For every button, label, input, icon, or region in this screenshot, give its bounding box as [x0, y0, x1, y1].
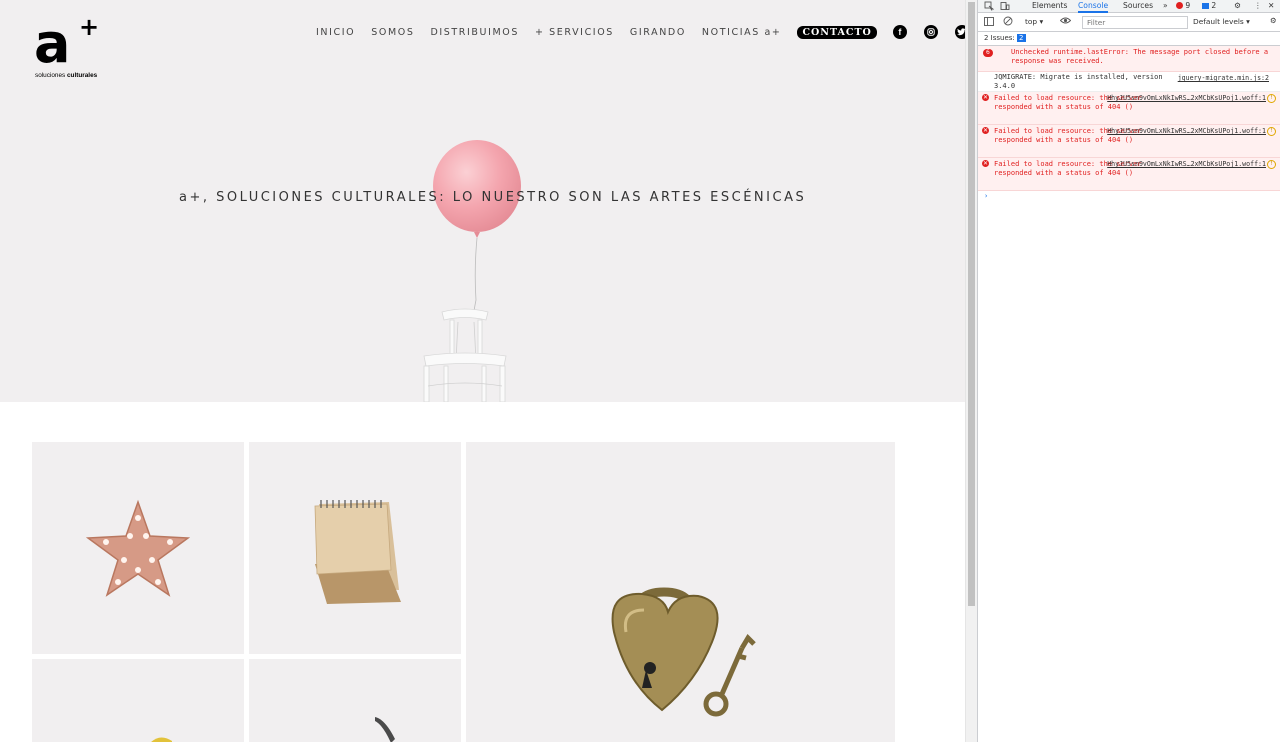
error-count-icon: [1176, 2, 1183, 9]
logo-subtitle-regular: soluciones: [35, 72, 67, 79]
nav-distribuimos[interactable]: DISTRIBUIMOS: [430, 27, 519, 38]
calendar-icon: [314, 500, 401, 604]
tab-console[interactable]: Console: [1078, 1, 1109, 13]
tile-lock-image[interactable]: [466, 442, 895, 742]
console-message-error: ✕ Failed to load resource: the server re…: [978, 125, 1280, 158]
issues-bar: 2 Issues: 2: [978, 32, 1280, 46]
message-count[interactable]: 2: [1202, 1, 1216, 10]
scrollbar-thumb[interactable]: [968, 2, 975, 606]
error-icon: ✕: [982, 160, 989, 167]
message-source-link[interactable]: HhyJU5sn9vOmLxNkIwRS…2xMCbKsUPoj1.woff:1: [1107, 127, 1266, 136]
nav-contacto-button[interactable]: CONTACTO: [797, 25, 877, 39]
page-scrollbar[interactable]: [965, 0, 977, 742]
message-text: JQMIGRATE: Migrate is installed, version…: [994, 73, 1163, 91]
devtools-tabbar: Elements Console Sources » 9 2 ⚙ ⋮ ✕: [978, 0, 1280, 13]
tile-5-partial-image: [375, 717, 395, 742]
error-count-value: 9: [1185, 1, 1191, 10]
extension-icon[interactable]: !: [1267, 94, 1276, 103]
issues-link[interactable]: 2 Issues: 2: [984, 34, 1026, 42]
site-logo[interactable]: a + soluciones culturales: [34, 14, 114, 82]
lock-key-icon: [611, 587, 756, 717]
logo-subtitle: soluciones culturales: [35, 72, 97, 79]
message-count-value: 2: [1211, 1, 1217, 10]
message-source-link[interactable]: jquery-migrate.min.js:2: [1178, 74, 1269, 83]
issues-count: 2: [1017, 34, 1026, 42]
devtools-panel: Elements Console Sources » 9 2 ⚙ ⋮ ✕ top…: [977, 0, 1280, 742]
extension-icon[interactable]: !: [1267, 160, 1276, 169]
logo-subtitle-bold: culturales: [66, 72, 98, 79]
sidebar-toggle-icon[interactable]: [984, 17, 994, 28]
logo-plus: +: [79, 13, 100, 41]
tile-calendar-image[interactable]: [249, 442, 461, 654]
error-repeat-badge: 6: [983, 49, 993, 57]
nav-inicio[interactable]: INICIO: [316, 27, 355, 38]
prompt-chevron-icon: ›: [984, 192, 989, 200]
console-message-info: JQMIGRATE: Migrate is installed, version…: [978, 72, 1280, 92]
balloon-chair-image: [423, 140, 521, 402]
hero-title: a+, SOLUCIONES CULTURALES: LO NUESTRO SO…: [179, 190, 807, 205]
star-icon: [85, 499, 191, 597]
nav-servicios[interactable]: + SERVICIOS: [535, 27, 614, 38]
device-toolbar-icon[interactable]: [1000, 1, 1010, 13]
console-message-error: 6 Unchecked runtime.lastError: The messa…: [978, 46, 1280, 72]
console-settings-gear-icon[interactable]: ⚙: [1270, 16, 1277, 25]
more-tabs-button[interactable]: »: [1163, 1, 1168, 10]
message-source-link[interactable]: HhyJU5sn9vOmLxNkIwRS…2xMCbKsUPoj1.woff:1: [1107, 160, 1266, 169]
nav-girando[interactable]: GIRANDO: [630, 27, 686, 38]
facebook-icon[interactable]: f: [892, 25, 907, 39]
console-prompt[interactable]: ›: [978, 191, 1280, 205]
console-toolbar: top ▾ Filter Default levels ▾ ⚙: [978, 13, 1280, 32]
tile-image-4[interactable]: [32, 659, 244, 742]
kebab-menu-icon[interactable]: ⋮: [1254, 1, 1262, 10]
error-count[interactable]: 9: [1176, 1, 1190, 10]
log-levels-value: Default levels: [1193, 17, 1244, 26]
nav-noticias[interactable]: NOTICIAS a+: [702, 27, 782, 38]
clear-console-icon[interactable]: [1003, 16, 1013, 28]
instagram-icon[interactable]: [923, 25, 938, 39]
extension-icon[interactable]: !: [1267, 127, 1276, 136]
context-selector[interactable]: top ▾: [1025, 17, 1043, 26]
console-filter-input[interactable]: Filter: [1082, 16, 1188, 29]
tile-star-image[interactable]: [32, 442, 244, 654]
hero-section: a + soluciones culturales INICIO SOMOS D…: [0, 0, 965, 402]
main-nav: INICIO SOMOS DISTRIBUIMOS + SERVICIOS GI…: [316, 22, 965, 42]
console-message-error: ✕ Failed to load resource: the server re…: [978, 92, 1280, 125]
eye-icon[interactable]: [1059, 16, 1072, 27]
error-icon: ✕: [982, 127, 989, 134]
message-count-icon: [1202, 3, 1209, 9]
nav-somos[interactable]: SOMOS: [371, 27, 414, 38]
settings-gear-icon[interactable]: ⚙: [1234, 1, 1241, 10]
tile-image-5[interactable]: [249, 659, 461, 742]
logo-mark: a: [34, 12, 70, 75]
console-message-error: ✕ Failed to load resource: the server re…: [978, 158, 1280, 191]
error-icon: ✕: [982, 94, 989, 101]
tab-elements[interactable]: Elements: [1032, 1, 1067, 10]
close-devtools-icon[interactable]: ✕: [1268, 1, 1274, 10]
website-viewport: a + soluciones culturales INICIO SOMOS D…: [0, 0, 965, 742]
inspect-element-icon[interactable]: [984, 1, 995, 13]
context-value: top: [1025, 17, 1038, 26]
log-levels-dropdown[interactable]: Default levels ▾: [1193, 17, 1250, 26]
issues-label: 2 Issues:: [984, 34, 1015, 42]
tab-sources[interactable]: Sources: [1123, 1, 1153, 10]
message-text: Unchecked runtime.lastError: The message…: [1011, 48, 1269, 66]
twitter-icon[interactable]: [954, 25, 965, 39]
message-source-link[interactable]: HhyJU5sn9vOmLxNkIwRS…2xMCbKsUPoj1.woff:1: [1107, 94, 1266, 103]
tile-4-partial-image: [151, 737, 172, 742]
